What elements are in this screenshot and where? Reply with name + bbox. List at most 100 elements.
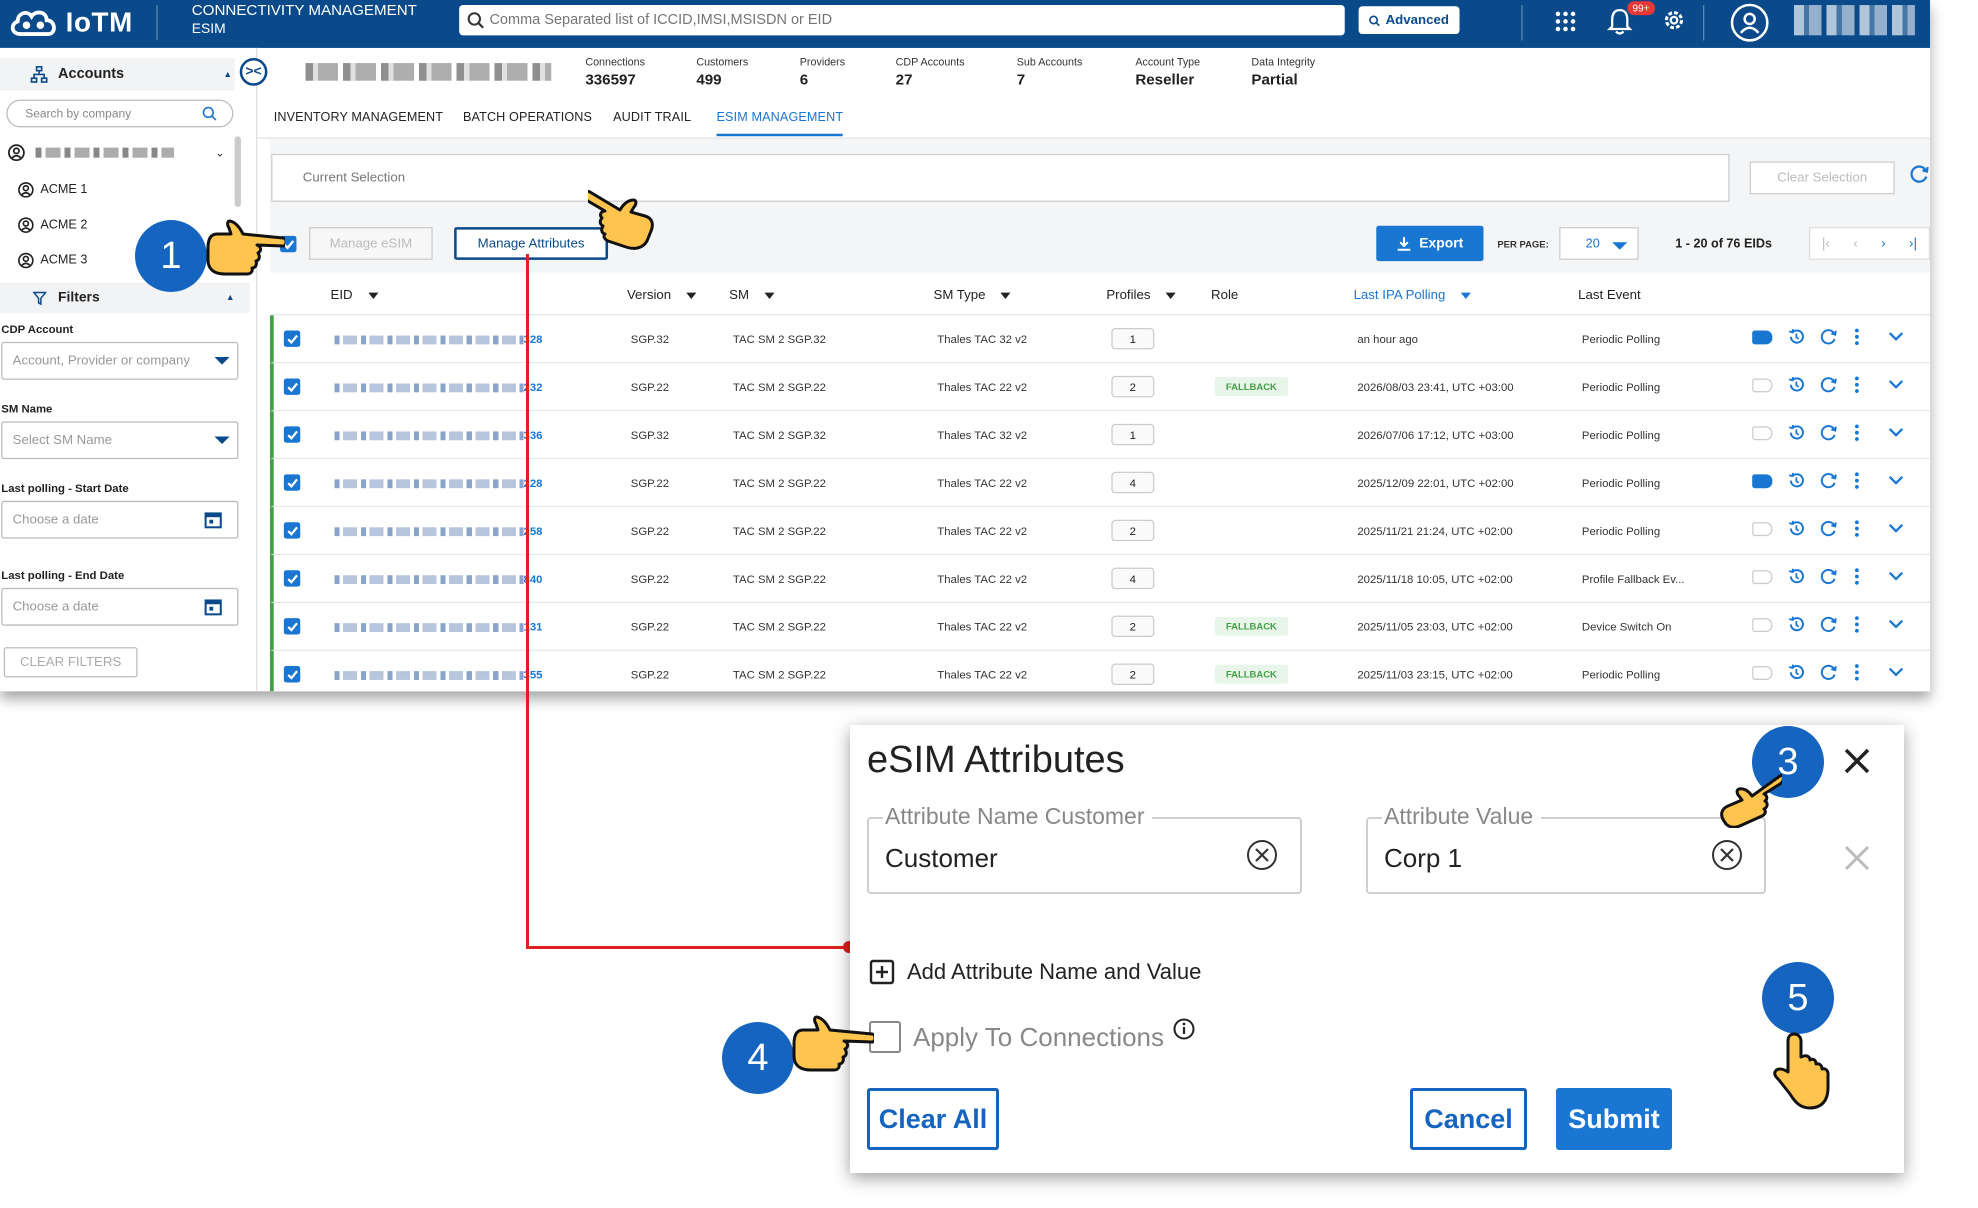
attribute-name-field[interactable]: Attribute Name Customer Customer	[867, 803, 1302, 894]
chevron-down-icon[interactable]	[1888, 380, 1904, 390]
eid-link[interactable]: 258	[334, 525, 542, 537]
tab-batch-operations[interactable]: BATCH OPERATIONS	[463, 111, 592, 125]
row-checkbox[interactable]	[283, 426, 301, 443]
calendar-icon[interactable]	[204, 598, 222, 616]
column-sm-type[interactable]: SM Type	[933, 288, 1011, 303]
company-item[interactable]: ACME 1	[18, 182, 87, 198]
tag-icon[interactable]	[1752, 521, 1773, 536]
company-item[interactable]: ACME 3	[18, 252, 87, 269]
start-date-input[interactable]: Choose a date	[1, 500, 239, 539]
table-row[interactable]: 258 SGP.22 TAC SM 2 SGP.22 Thales TAC 22 v2…	[269, 507, 1931, 556]
chevron-down-icon[interactable]	[1888, 619, 1904, 629]
more-vertical-icon[interactable]	[1853, 520, 1861, 538]
company-search-input[interactable]: Search by company	[6, 99, 234, 128]
prev-page-icon[interactable]: ‹	[1853, 236, 1858, 251]
tag-icon[interactable]	[1752, 329, 1773, 344]
tag-icon[interactable]	[1752, 377, 1773, 392]
history-icon[interactable]	[1788, 664, 1806, 682]
calendar-icon[interactable]	[204, 511, 222, 529]
table-row[interactable]: 228 SGP.22 TAC SM 2 SGP.22 Thales TAC 22 v2…	[269, 459, 1931, 508]
global-search-input[interactable]	[489, 12, 1323, 28]
clear-filters-button[interactable]: CLEAR FILTERS	[3, 647, 138, 678]
history-icon[interactable]	[1788, 616, 1806, 634]
eid-link[interactable]: 328	[334, 333, 542, 346]
chevron-up-icon[interactable]: ▲	[226, 293, 235, 302]
more-vertical-icon[interactable]	[1853, 328, 1861, 346]
user-avatar[interactable]	[1730, 3, 1769, 42]
row-checkbox[interactable]	[283, 618, 301, 635]
remove-attribute-icon[interactable]	[1840, 841, 1874, 875]
last-page-icon[interactable]: ›|	[1909, 236, 1917, 251]
chevron-down-icon[interactable]	[1888, 428, 1904, 438]
refresh-icon[interactable]	[1820, 616, 1838, 634]
sidebar-scrollbar[interactable]	[234, 136, 241, 207]
table-row[interactable]: 336 SGP.32 TAC SM 2 SGP.32 Thales TAC 32 v2…	[269, 411, 1931, 460]
clear-selection-button[interactable]: Clear Selection	[1749, 161, 1895, 195]
more-vertical-icon[interactable]	[1853, 568, 1861, 586]
chevron-up-icon[interactable]: ▲	[223, 70, 232, 79]
row-checkbox[interactable]	[283, 666, 301, 683]
row-checkbox[interactable]	[283, 522, 301, 539]
filters-header[interactable]: Filters ▲	[0, 282, 250, 313]
info-icon[interactable]	[1172, 1017, 1196, 1041]
per-page-select[interactable]: 20	[1559, 227, 1639, 260]
iotm-logo[interactable]: IoTM	[8, 4, 133, 42]
add-attribute-button[interactable]: Add Attribute Name and Value	[869, 959, 1201, 985]
more-vertical-icon[interactable]	[1853, 376, 1861, 394]
history-icon[interactable]	[1788, 472, 1806, 490]
manage-esim-button[interactable]: Manage eSIM	[309, 227, 433, 260]
more-vertical-icon[interactable]	[1853, 616, 1861, 634]
clear-all-button[interactable]: Clear All	[867, 1088, 999, 1150]
account-selector[interactable]: ⌄	[8, 141, 227, 164]
refresh-icon[interactable]	[1820, 328, 1838, 346]
column-eid[interactable]: EID	[331, 288, 378, 303]
tab-inventory-management[interactable]: INVENTORY MANAGEMENT	[274, 111, 443, 125]
refresh-icon[interactable]	[1820, 664, 1838, 682]
tag-icon[interactable]	[1752, 473, 1773, 488]
history-icon[interactable]	[1788, 376, 1806, 394]
gear-icon[interactable]	[1661, 8, 1686, 33]
row-checkbox[interactable]	[283, 330, 301, 347]
global-search[interactable]	[459, 5, 1345, 36]
column-sm[interactable]: SM	[729, 288, 775, 303]
more-vertical-icon[interactable]	[1853, 424, 1861, 442]
row-checkbox[interactable]	[283, 378, 301, 395]
user-name-redacted[interactable]	[1793, 5, 1915, 36]
refresh-icon[interactable]	[1820, 520, 1838, 538]
history-icon[interactable]	[1788, 328, 1806, 346]
chevron-down-icon[interactable]	[1888, 571, 1904, 581]
refresh-icon[interactable]	[1820, 568, 1838, 586]
current-selection-box[interactable]: Current Selection	[271, 153, 1730, 202]
more-vertical-icon[interactable]	[1853, 664, 1861, 682]
row-checkbox[interactable]	[283, 570, 301, 587]
clear-field-icon[interactable]	[1710, 838, 1744, 872]
next-page-icon[interactable]: ›	[1881, 236, 1886, 251]
chevron-down-icon[interactable]	[1888, 476, 1904, 486]
tab-audit-trail[interactable]: AUDIT TRAIL	[613, 111, 691, 125]
company-item[interactable]: ACME 2	[18, 217, 87, 233]
sm-name-select[interactable]: Select SM Name	[1, 421, 239, 460]
chevron-down-icon[interactable]	[1888, 332, 1904, 342]
manage-attributes-button[interactable]: Manage Attributes	[454, 227, 609, 260]
apps-grid-icon[interactable]	[1554, 10, 1577, 33]
eid-link[interactable]: 232	[334, 381, 542, 394]
table-row[interactable]: 131 SGP.22 TAC SM 2 SGP.22 Thales TAC 22 v2…	[269, 602, 1931, 651]
column-version[interactable]: Version	[627, 288, 697, 303]
clear-field-icon[interactable]	[1245, 838, 1279, 872]
tag-icon[interactable]	[1752, 569, 1773, 584]
tag-icon[interactable]	[1752, 425, 1773, 440]
table-row[interactable]: 840 SGP.22 TAC SM 2 SGP.22 Thales TAC 22 v2…	[269, 555, 1931, 603]
accounts-header[interactable]: Accounts ▲	[0, 58, 235, 91]
row-checkbox[interactable]	[283, 474, 301, 491]
table-row[interactable]: 232 SGP.22 TAC SM 2 SGP.22 Thales TAC 22 v2…	[269, 363, 1931, 412]
export-button[interactable]: Export	[1376, 225, 1484, 262]
chevron-down-icon[interactable]	[1888, 523, 1904, 534]
history-icon[interactable]	[1788, 424, 1806, 442]
chevron-down-icon[interactable]	[1888, 667, 1904, 677]
refresh-icon[interactable]	[1820, 424, 1838, 442]
cancel-button[interactable]: Cancel	[1410, 1088, 1527, 1150]
table-row[interactable]: 328 SGP.32 TAC SM 2 SGP.32 Thales TAC 32 v2…	[269, 315, 1931, 364]
eid-link[interactable]: 840	[334, 573, 542, 585]
history-icon[interactable]	[1788, 568, 1806, 586]
refresh-icon[interactable]	[1820, 376, 1838, 394]
